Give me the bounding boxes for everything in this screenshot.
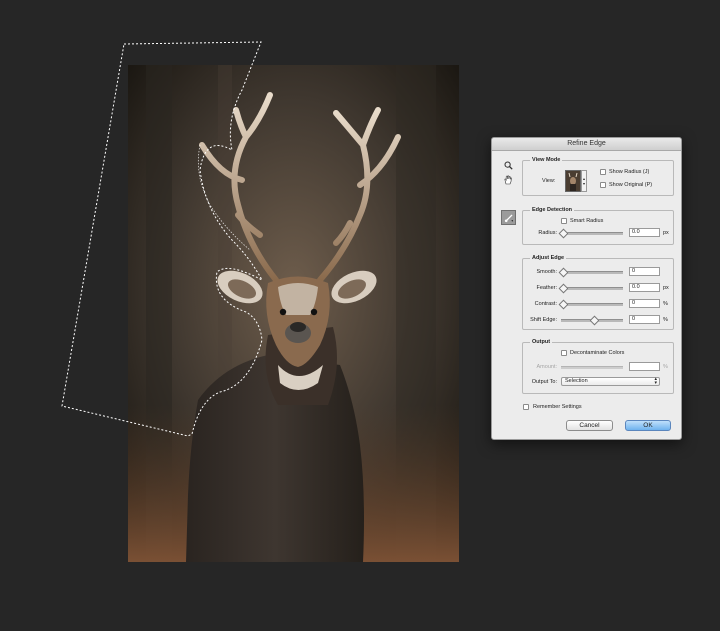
deer-photo xyxy=(128,65,459,562)
smooth-slider-track[interactable] xyxy=(561,271,623,274)
chevron-updown-icon: ▴ ▾ xyxy=(654,376,657,386)
view-thumbnail-icon[interactable] xyxy=(565,170,581,192)
shift-edge-slider-thumb[interactable] xyxy=(589,315,600,326)
view-dropdown-button[interactable]: ▴ ▾ xyxy=(581,170,587,192)
zoom-icon[interactable] xyxy=(502,159,514,171)
smart-radius-checkbox[interactable] xyxy=(561,218,567,224)
contrast-slider-track[interactable] xyxy=(561,303,623,306)
feather-slider-thumb[interactable] xyxy=(558,283,569,294)
shift-edge-label: Shift Edge: xyxy=(530,317,557,323)
amount-unit: % xyxy=(663,364,668,370)
contrast-input[interactable]: 0 xyxy=(629,299,660,308)
hand-icon[interactable] xyxy=(502,174,514,186)
show-radius-checkbox[interactable] xyxy=(600,169,606,175)
show-original-label: Show Original (P) xyxy=(609,182,653,188)
refine-radius-brush-icon[interactable] xyxy=(501,210,516,225)
smooth-input[interactable]: 0 xyxy=(629,267,660,276)
show-original-checkbox[interactable] xyxy=(600,182,606,188)
output-to-select[interactable]: Selection ▴ ▾ xyxy=(561,377,660,386)
smooth-label: Smooth: xyxy=(536,269,557,275)
remember-settings-label: Remember Settings xyxy=(533,404,582,410)
refine-edge-dialog: Refine Edge View Mode View: ▴ ▾ Show Radi… xyxy=(491,137,682,440)
view-mode-legend: View Mode xyxy=(530,157,563,164)
edge-detection-legend: Edge Detection xyxy=(530,207,575,214)
amount-slider-track[interactable] xyxy=(561,366,623,369)
remember-settings-checkbox[interactable] xyxy=(523,404,529,410)
radius-slider-track[interactable] xyxy=(561,232,623,235)
dialog-title[interactable]: Refine Edge xyxy=(492,138,681,151)
smart-radius-label: Smart Radius xyxy=(570,218,604,224)
output-group: Output Decontaminate Colors Amount: % Ou… xyxy=(522,339,674,394)
output-to-label: Output To: xyxy=(531,379,557,385)
document-canvas-photo[interactable] xyxy=(128,65,459,562)
adjust-edge-legend: Adjust Edge xyxy=(530,255,567,262)
shift-edge-unit: % xyxy=(663,317,668,323)
radius-input[interactable]: 0.0 xyxy=(629,228,660,237)
contrast-slider-thumb[interactable] xyxy=(558,299,569,310)
view-mode-group: View Mode View: ▴ ▾ Show Radius (J) Show … xyxy=(522,157,674,196)
shift-edge-input[interactable]: 0 xyxy=(629,315,660,324)
decontaminate-colors-label: Decontaminate Colors xyxy=(570,350,625,356)
feather-label: Feather: xyxy=(536,285,557,291)
ok-button[interactable]: OK xyxy=(625,420,671,431)
cancel-button[interactable]: Cancel xyxy=(566,420,613,431)
decontaminate-colors-checkbox[interactable] xyxy=(561,350,567,356)
amount-input[interactable] xyxy=(629,362,660,371)
amount-label: Amount: xyxy=(536,364,557,370)
adjust-edge-group: Adjust Edge Smooth: 0 Feather: 0.0 px Co… xyxy=(522,255,674,330)
feather-input[interactable]: 0.0 xyxy=(629,283,660,292)
output-legend: Output xyxy=(530,339,553,346)
output-to-value: Selection xyxy=(565,378,588,384)
feather-unit: px xyxy=(663,285,669,291)
edge-detection-group: Edge Detection Smart Radius Radius: 0.0 … xyxy=(522,207,674,245)
view-label: View: xyxy=(542,178,556,184)
radius-unit: px xyxy=(663,230,669,236)
feather-slider-track[interactable] xyxy=(561,287,623,290)
smooth-slider-thumb[interactable] xyxy=(558,267,569,278)
radius-slider-thumb[interactable] xyxy=(558,228,569,239)
contrast-unit: % xyxy=(663,301,668,307)
radius-label: Radius: xyxy=(538,230,557,236)
contrast-label: Contrast: xyxy=(534,301,557,307)
show-radius-label: Show Radius (J) xyxy=(609,169,650,175)
